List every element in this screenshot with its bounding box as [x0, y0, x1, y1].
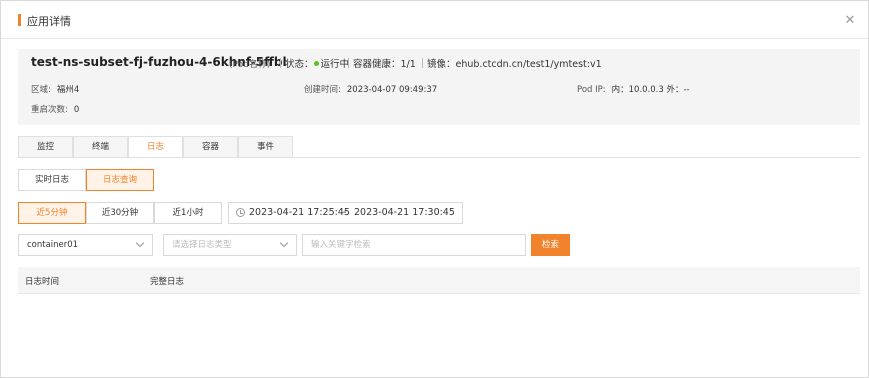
restart-count: 重启次数: 0 — [31, 103, 79, 115]
chevron-down-icon — [135, 238, 145, 248]
region: 区域: 福州4 — [31, 83, 79, 95]
column-header-full-log: 完整日志 — [150, 277, 185, 287]
clock-icon — [236, 208, 245, 217]
pod-info-panel: test-ns-subset-fj-fuzhou-4-6khnf-5ffbl (… — [18, 49, 860, 125]
chevron-down-icon — [279, 238, 289, 248]
container-select-value: container01 — [27, 240, 79, 250]
restart-value: 0 — [73, 105, 80, 115]
created-time: 创建时间: 2023-04-07 09:49:37 — [304, 83, 437, 95]
range-1hour-button[interactable]: 近1小时 — [154, 202, 222, 224]
dialog-title: 应用详情 — [27, 15, 71, 28]
header-divider — [1, 38, 868, 39]
region-value: 福州4 — [56, 85, 80, 95]
pod-ip: Pod IP: 内：10.0.0.3 外：-- — [577, 83, 690, 95]
region-label: 区域: — [31, 85, 51, 95]
log-table-header: 日志时间 完整日志 — [18, 267, 860, 294]
title-accent-bar — [18, 14, 21, 26]
log-type-select[interactable]: 请选择日志类型 — [163, 234, 297, 256]
separator — [280, 58, 281, 68]
range-end: 2023-04-21 17:30:45 — [354, 207, 455, 218]
tab-containers[interactable]: 容器 — [183, 136, 238, 158]
created-label: 创建时间: — [304, 85, 341, 95]
search-button[interactable]: 检索 — [531, 234, 570, 256]
log-query-button[interactable]: 日志查询 — [86, 169, 154, 191]
close-icon[interactable]: ✕ — [842, 13, 858, 29]
separator — [348, 58, 349, 68]
status: 状态： 运行中 — [285, 56, 349, 70]
range-start: 2023-04-21 17:25:45 — [249, 207, 350, 218]
pod-name-tag: (Pod名称) — [229, 60, 271, 70]
date-range-picker[interactable]: 2023-04-21 17:25:45 - 2023-04-21 17:30:4… — [228, 202, 463, 224]
range-30min-button[interactable]: 近30分钟 — [86, 202, 154, 224]
created-value: 2023-04-07 09:49:37 — [346, 85, 438, 95]
tab-terminal[interactable]: 终端 — [73, 136, 128, 158]
dialog-header: 应用详情 ✕ — [1, 1, 868, 41]
image: 镜像：ehub.ctcdn.cn/test1/ymtest:v1 — [427, 56, 602, 70]
keyword-search-input[interactable]: 输入关键字检索 — [302, 234, 526, 256]
tab-events[interactable]: 事件 — [238, 136, 293, 158]
log-type-placeholder: 请选择日志类型 — [172, 240, 232, 250]
status-label: 状态： — [285, 59, 314, 70]
container-health: 容器健康：1/1 — [353, 56, 416, 70]
status-value: 运行中 — [320, 59, 350, 70]
keyword-placeholder: 输入关键字检索 — [311, 240, 371, 250]
health-value: 1/1 — [400, 59, 416, 70]
ip-label: Pod IP: — [577, 85, 606, 95]
separator — [422, 58, 423, 68]
range-separator: - — [343, 207, 347, 218]
restart-label: 重启次数: — [31, 105, 68, 115]
realtime-log-button[interactable]: 实时日志 — [18, 169, 86, 191]
tab-monitor[interactable]: 监控 — [18, 136, 73, 158]
tab-logs[interactable]: 日志 — [128, 136, 183, 158]
ip-value: 内：10.0.0.3 外：-- — [611, 85, 690, 95]
health-label: 容器健康： — [353, 59, 401, 70]
image-label: 镜像： — [427, 59, 456, 70]
column-header-log-time: 日志时间 — [25, 277, 60, 287]
container-select[interactable]: container01 — [18, 234, 153, 256]
app-detail-dialog: 应用详情 ✕ test-ns-subset-fj-fuzhou-4-6khnf-… — [0, 0, 869, 378]
tab-underline — [18, 157, 860, 158]
image-value: ehub.ctcdn.cn/test1/ymtest:v1 — [455, 59, 602, 70]
status-dot-icon — [313, 61, 319, 66]
range-5min-button[interactable]: 近5分钟 — [18, 202, 86, 224]
